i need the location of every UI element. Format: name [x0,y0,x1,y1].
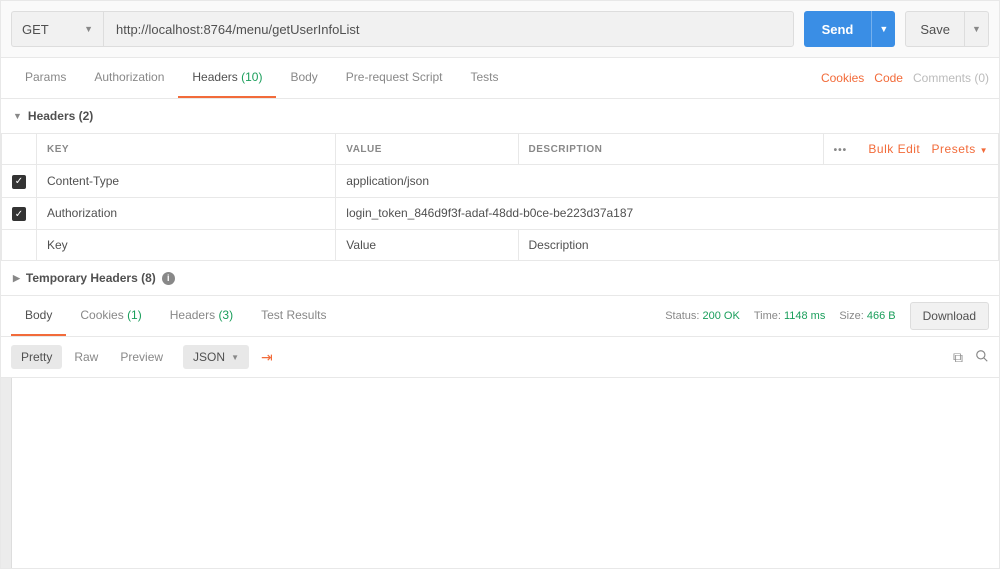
time-value: 1148 ms [784,310,825,322]
status-value: 200 OK [703,310,740,322]
bulk-edit-link[interactable]: Bulk Edit [868,142,920,156]
headers-section-title: Headers [28,109,75,123]
table-row-new[interactable]: Key Value Description [2,230,999,261]
status-label: Status: [665,310,699,322]
temp-headers-count: (8) [141,271,156,285]
col-description: DESCRIPTION [518,134,823,165]
col-key: KEY [37,134,336,165]
send-button[interactable]: Send [804,11,872,47]
more-icon[interactable]: ••• [834,145,848,156]
response-tab-test-results[interactable]: Test Results [247,296,340,336]
response-tab-headers[interactable]: Headers (3) [156,296,247,336]
tab-params[interactable]: Params [11,58,80,98]
tab-tests[interactable]: Tests [457,58,513,98]
save-button[interactable]: Save [905,11,965,47]
response-tab-body[interactable]: Body [11,296,66,336]
copy-icon[interactable]: ⧉ [953,349,963,366]
download-button[interactable]: Download [910,302,989,330]
url-input[interactable] [103,11,794,47]
headers-section-count: (2) [79,109,94,123]
method-value: GET [22,22,49,37]
header-desc-placeholder[interactable]: Description [518,230,998,261]
presets-link[interactable]: Presets ▼ [932,142,988,156]
chevron-right-icon: ▶ [13,273,20,284]
response-tab-cookies[interactable]: Cookies (1) [66,296,155,336]
method-select[interactable]: GET ▼ [11,11,103,47]
checkbox-icon[interactable]: ✓ [12,207,26,221]
header-value[interactable]: login_token_846d9f3f-adaf-48dd-b0ce-be22… [336,197,999,230]
chevron-down-icon: ▼ [231,353,239,362]
response-toolbar: Pretty Raw Preview JSON ▼ ⇥ ⧉ [1,337,999,378]
headers-table: KEY VALUE DESCRIPTION ••• Bulk Edit Pres… [1,133,999,261]
save-dropdown-button[interactable]: ▼ [965,11,989,47]
chevron-down-icon: ▼ [13,111,22,121]
temp-headers-title: Temporary Headers [26,271,138,285]
time-label: Time: [754,310,781,322]
wrap-lines-icon[interactable]: ⇥ [261,349,273,366]
tab-body[interactable]: Body [276,58,331,98]
header-key-placeholder[interactable]: Key [37,230,336,261]
send-dropdown-button[interactable]: ▼ [871,11,895,47]
format-select[interactable]: JSON ▼ [183,345,249,369]
col-value: VALUE [336,134,518,165]
temp-headers-toggle[interactable]: ▶ Temporary Headers (8) i [1,261,999,295]
size-label: Size: [839,310,863,322]
chevron-down-icon: ▼ [84,24,93,34]
response-bar: Body Cookies (1) Headers (3) Test Result… [1,295,999,337]
request-tabs-row: Params Authorization Headers (10) Body P… [1,58,999,99]
tab-prerequest[interactable]: Pre-request Script [332,58,457,98]
table-row[interactable]: ✓ Content-Type application/json [2,165,999,198]
checkbox-icon[interactable]: ✓ [12,175,26,189]
view-raw[interactable]: Raw [64,345,108,369]
view-preview[interactable]: Preview [110,345,173,369]
headers-section-toggle[interactable]: ▼ Headers (2) [1,99,999,133]
tab-headers-label: Headers [192,70,237,84]
tab-headers-count: (10) [241,70,262,84]
request-bar: GET ▼ Send ▼ Save ▼ [1,1,999,58]
header-key[interactable]: Content-Type [37,165,336,198]
view-pretty[interactable]: Pretty [11,345,62,369]
size-value: 466 B [867,310,896,322]
header-value-placeholder[interactable]: Value [336,230,518,261]
tab-headers[interactable]: Headers (10) [178,58,276,98]
link-cookies[interactable]: Cookies [821,71,864,85]
search-icon[interactable] [975,349,989,366]
header-value[interactable]: application/json [336,165,999,198]
tab-authorization[interactable]: Authorization [80,58,178,98]
response-body[interactable] [1,378,999,568]
link-code[interactable]: Code [874,71,903,85]
table-row[interactable]: ✓ Authorization login_token_846d9f3f-ada… [2,197,999,230]
header-key[interactable]: Authorization [37,197,336,230]
link-comments[interactable]: Comments (0) [913,71,989,85]
info-icon: i [162,272,175,285]
